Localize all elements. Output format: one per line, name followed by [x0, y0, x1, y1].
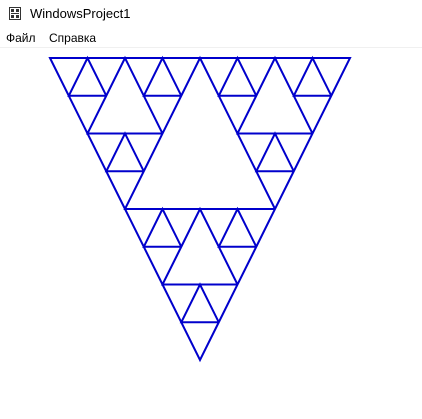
- client-area: [0, 48, 422, 419]
- fractal-canvas: [48, 55, 352, 363]
- menu-help[interactable]: Справка: [49, 31, 96, 45]
- fractal-curve: [48, 55, 352, 363]
- app-window-icon: [9, 7, 21, 20]
- title-bar[interactable]: WindowsProject1: [0, 0, 422, 29]
- menu-bar: Файл Справка: [0, 29, 422, 48]
- menu-file[interactable]: Файл: [6, 31, 36, 45]
- window-title: WindowsProject1: [30, 6, 131, 21]
